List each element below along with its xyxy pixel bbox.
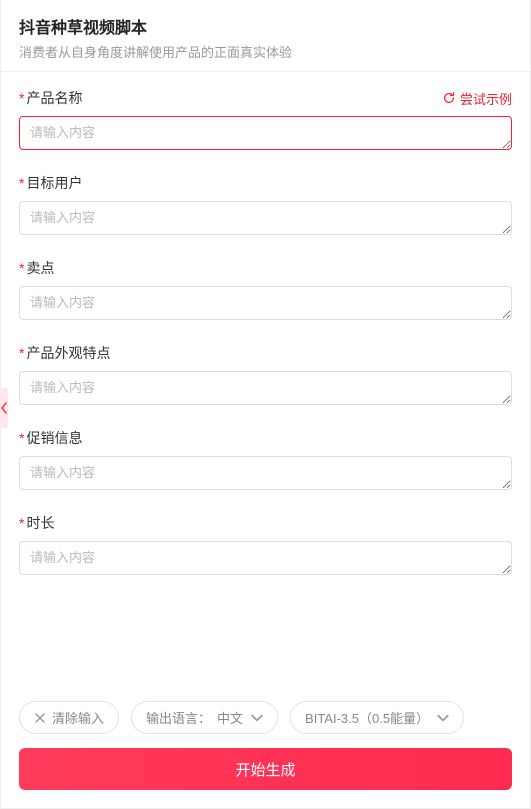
field-label-text: 产品外观特点 — [26, 345, 110, 361]
form-group-duration: *时长 — [19, 513, 512, 580]
chevron-down-icon — [251, 712, 263, 724]
app-root: 抖音种草视频脚本 消费者从自身角度讲解使用产品的正面真实体验 *产品名称尝试示例… — [0, 0, 531, 809]
field-label-text: 卖点 — [26, 260, 54, 276]
required-asterisk: * — [19, 260, 24, 276]
form-body: *产品名称尝试示例*目标用户*卖点*产品外观特点*促销信息*时长 — [1, 72, 530, 689]
field-label-selling_point: *卖点 — [19, 258, 54, 278]
model-select[interactable]: BITAI-3.5（0.5能量） — [290, 701, 464, 734]
selling_point-input[interactable] — [19, 286, 512, 320]
duration-input[interactable] — [19, 541, 512, 575]
label-row: *产品外观特点 — [19, 343, 512, 363]
output-language-select[interactable]: 输出语言： 中文 — [131, 701, 278, 734]
collapse-tab[interactable] — [0, 388, 8, 428]
form-group-appearance: *产品外观特点 — [19, 343, 512, 410]
field-label-text: 产品名称 — [26, 90, 82, 106]
required-asterisk: * — [19, 90, 24, 106]
model-label: BITAI-3.5（0.5能量） — [305, 708, 429, 727]
label-row: *时长 — [19, 513, 512, 533]
page-subtitle: 消费者从自身角度讲解使用产品的正面真实体验 — [19, 42, 512, 61]
page-title: 抖音种草视频脚本 — [19, 14, 512, 38]
product_name-input[interactable] — [19, 116, 512, 150]
field-label-text: 促销信息 — [26, 430, 82, 446]
page-header: 抖音种草视频脚本 消费者从自身角度讲解使用产品的正面真实体验 — [1, 0, 530, 72]
target_user-input[interactable] — [19, 201, 512, 235]
refresh-icon — [442, 91, 456, 105]
output-language-label: 输出语言： — [146, 708, 211, 727]
form-group-promotion: *促销信息 — [19, 428, 512, 495]
clear-input-label: 清除输入 — [52, 708, 104, 727]
required-asterisk: * — [19, 515, 24, 531]
clear-input-button[interactable]: 清除输入 — [19, 701, 119, 734]
label-row: *产品名称 尝试示例 — [19, 88, 512, 108]
output-language-value: 中文 — [217, 708, 243, 727]
required-asterisk: * — [19, 430, 24, 446]
field-label-appearance: *产品外观特点 — [19, 343, 110, 363]
try-example-label: 尝试示例 — [460, 89, 512, 108]
label-row: *卖点 — [19, 258, 512, 278]
required-asterisk: * — [19, 345, 24, 361]
form-group-selling_point: *卖点 — [19, 258, 512, 325]
field-label-text: 时长 — [26, 515, 54, 531]
field-label-promotion: *促销信息 — [19, 428, 82, 448]
chevron-down-icon — [437, 712, 449, 724]
label-row: *目标用户 — [19, 173, 512, 193]
required-asterisk: * — [19, 175, 24, 191]
form-group-product_name: *产品名称 尝试示例 — [19, 88, 512, 155]
try-example-button[interactable]: 尝试示例 — [442, 89, 512, 108]
field-label-target_user: *目标用户 — [19, 173, 82, 193]
start-generate-button[interactable]: 开始生成 — [19, 748, 512, 790]
start-generate-label: 开始生成 — [235, 762, 295, 779]
promotion-input[interactable] — [19, 456, 512, 490]
form-group-target_user: *目标用户 — [19, 173, 512, 240]
field-label-text: 目标用户 — [26, 175, 82, 191]
footer-controls: 清除输入 输出语言： 中文 BITAI-3.5（0.5能量） — [19, 701, 512, 734]
footer: 清除输入 输出语言： 中文 BITAI-3.5（0.5能量） 开始生成 — [1, 689, 530, 808]
close-icon — [34, 712, 46, 724]
field-label-product_name: *产品名称 — [19, 88, 82, 108]
appearance-input[interactable] — [19, 371, 512, 405]
label-row: *促销信息 — [19, 428, 512, 448]
chevron-left-icon — [0, 402, 8, 414]
field-label-duration: *时长 — [19, 513, 54, 533]
